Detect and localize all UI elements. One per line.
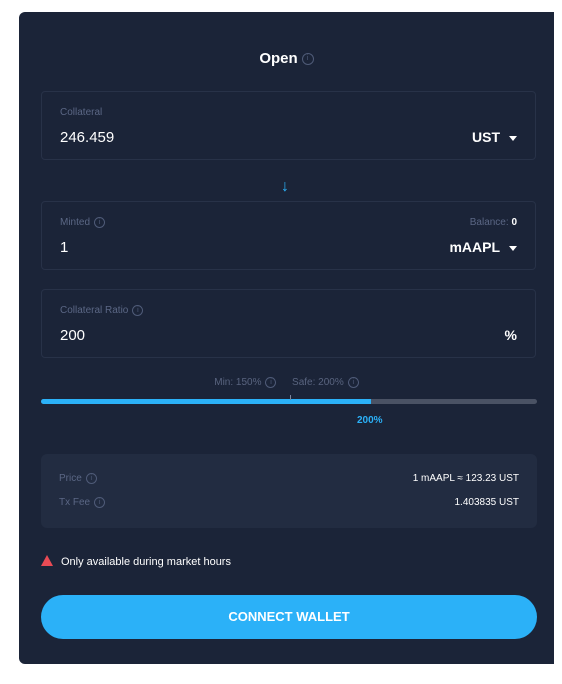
ratio-input[interactable]: 200 [60,327,85,344]
info-icon[interactable]: i [94,217,106,228]
slider-value-label: 200% [357,415,383,426]
collateral-ratio-field[interactable]: Collateral Ratio i 200 % [41,289,536,358]
collateral-amount-input[interactable]: 246.459 [60,129,114,146]
caret-down-icon [509,245,517,251]
minted-label-text: Minted [60,217,91,229]
fee-row: Tx Fee i 1.403835 UST [59,497,519,511]
balance-value: 0 [511,217,517,228]
warning-text: Only available during market hours [61,556,231,568]
minted-asset-label: mAAPL [449,239,500,255]
title-text: Open [259,50,298,67]
collateral-label: Collateral [60,107,103,118]
warning-icon [41,555,53,566]
ratio-unit: % [504,327,517,343]
collateral-field[interactable]: Collateral 246.459 UST [41,91,536,160]
summary-box: Price i 1 mAAPL ≈ 123.23 UST Tx Fee i 1.40… [41,454,537,528]
panel-title: Open i [19,50,554,67]
info-icon[interactable]: i [94,497,106,508]
collateral-asset-label: UST [472,129,500,145]
price-value: 1 mAAPL ≈ 123.23 UST [412,473,519,484]
fee-value: 1.403835 UST [454,497,520,508]
ratio-hints: Min: 150% i Safe: 200% i [19,377,554,388]
market-hours-warning: Only available during market hours [41,555,231,568]
slider-fill [41,399,371,404]
price-label: Price i [59,473,97,484]
caret-down-icon [509,135,517,141]
balance-label-text: Balance: [469,217,509,228]
info-icon[interactable]: i [85,473,97,484]
info-icon[interactable]: i [301,53,314,66]
minted-label: Minted i [60,217,106,229]
ratio-label-text: Collateral Ratio [60,305,129,317]
price-label-text: Price [59,473,82,485]
ratio-slider[interactable] [41,395,537,404]
open-position-panel: Open i Collateral 246.459 UST ↓ Minted i B… [19,12,554,664]
fee-label-text: Tx Fee [59,497,91,509]
info-icon[interactable]: i [132,305,144,316]
balance-label: Balance: 0 [470,217,517,228]
minted-amount-input[interactable]: 1 [60,239,68,256]
minted-field[interactable]: Minted i Balance: 0 1 mAAPL [41,201,536,270]
safe-ratio-label: Safe: 200% [292,377,344,389]
price-row: Price i 1 mAAPL ≈ 123.23 UST [59,473,519,487]
minted-asset-select[interactable]: mAAPL [449,239,517,255]
fee-label: Tx Fee i [59,497,106,509]
collateral-asset-select[interactable]: UST [472,129,517,145]
arrow-down-icon: ↓ [281,178,289,195]
min-ratio-label: Min: 150% [214,377,262,389]
ratio-label: Collateral Ratio i [60,305,144,317]
info-icon[interactable]: i [265,377,277,388]
info-icon[interactable]: i [347,377,359,388]
slider-min-marker [290,395,291,400]
connect-wallet-button[interactable]: CONNECT WALLET [41,595,537,639]
